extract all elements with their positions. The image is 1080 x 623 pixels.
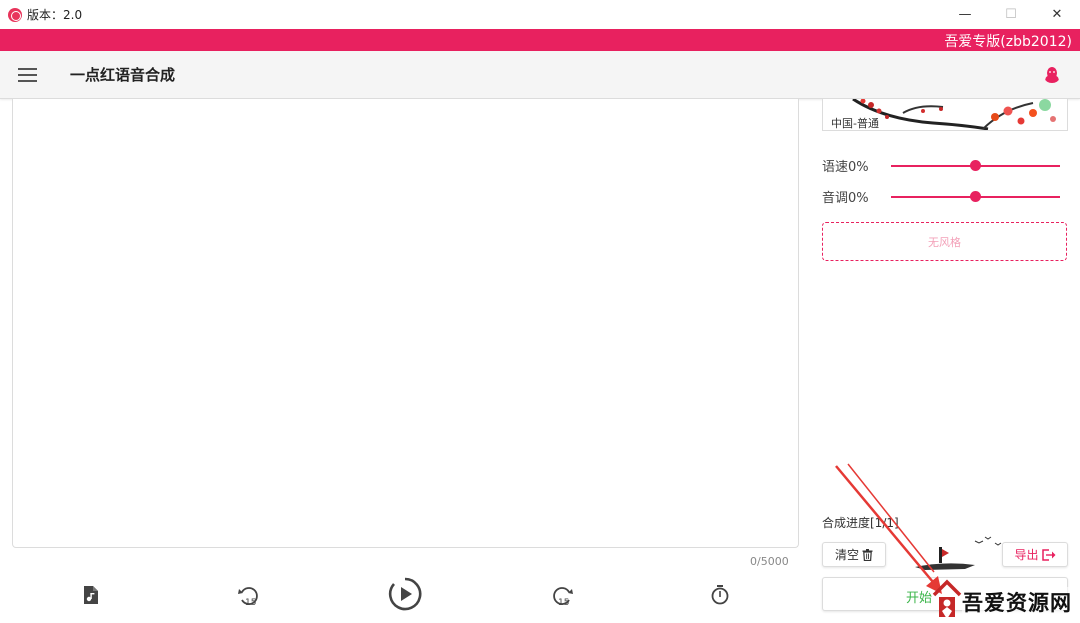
svg-text:15: 15 [245, 598, 256, 608]
window-controls: — ☐ ✕ [942, 0, 1080, 29]
text-editor[interactable] [12, 99, 799, 548]
app-logo-icon [8, 7, 22, 22]
export-button[interactable]: 导出 [1002, 542, 1068, 567]
speed-slider-row: 语速0% [822, 156, 1068, 176]
forward-15-button[interactable]: 15 [549, 583, 575, 609]
menu-icon[interactable] [18, 68, 37, 82]
rewind-15-icon: 15 [238, 587, 258, 608]
pitch-slider-row: 音调0% [822, 187, 1068, 207]
svg-text:15: 15 [558, 598, 569, 608]
timer-button[interactable] [708, 583, 732, 607]
file-music-icon [84, 586, 98, 604]
close-button[interactable]: ✕ [1034, 0, 1080, 29]
speed-label: 语速0% [822, 160, 869, 175]
play-circle-icon [388, 577, 422, 611]
export-label: 导出 [1014, 548, 1039, 562]
timer-icon [711, 585, 729, 605]
voice-label: 中国-普通 [831, 117, 879, 130]
title-bar: 版本：2.0 — ☐ ✕ [0, 0, 1080, 29]
banner-text: 吾爱专版(zbb2012) [944, 34, 1072, 50]
style-selector[interactable]: 无风格 [822, 222, 1067, 261]
voice-selector[interactable]: 中国-普通 [822, 99, 1068, 131]
qq-icon[interactable] [1044, 66, 1060, 84]
watermark-text: 吾爱资源网 [962, 587, 1072, 617]
app-title: 一点红语音合成 [70, 66, 176, 84]
speed-slider-thumb[interactable] [970, 160, 981, 171]
maximize-button[interactable]: ☐ [988, 0, 1034, 29]
forward-15-icon: 15 [553, 587, 573, 608]
rewind-15-button[interactable]: 15 [236, 583, 262, 609]
play-button[interactable] [387, 576, 423, 612]
window-title: 版本：2.0 [27, 8, 83, 22]
app-bar: 一点红语音合成 [0, 51, 1080, 99]
char-count: 0/5000 [750, 555, 789, 568]
export-icon [1041, 548, 1055, 561]
pitch-slider-thumb[interactable] [970, 191, 981, 202]
import-audio-button[interactable] [80, 584, 102, 606]
edition-banner: 吾爱专版(zbb2012) [0, 29, 1080, 51]
house-logo-icon [932, 579, 962, 619]
minimize-button[interactable]: — [942, 0, 988, 29]
pitch-label: 音调0% [822, 191, 869, 206]
watermark: 吾爱资源网 [930, 575, 1080, 623]
